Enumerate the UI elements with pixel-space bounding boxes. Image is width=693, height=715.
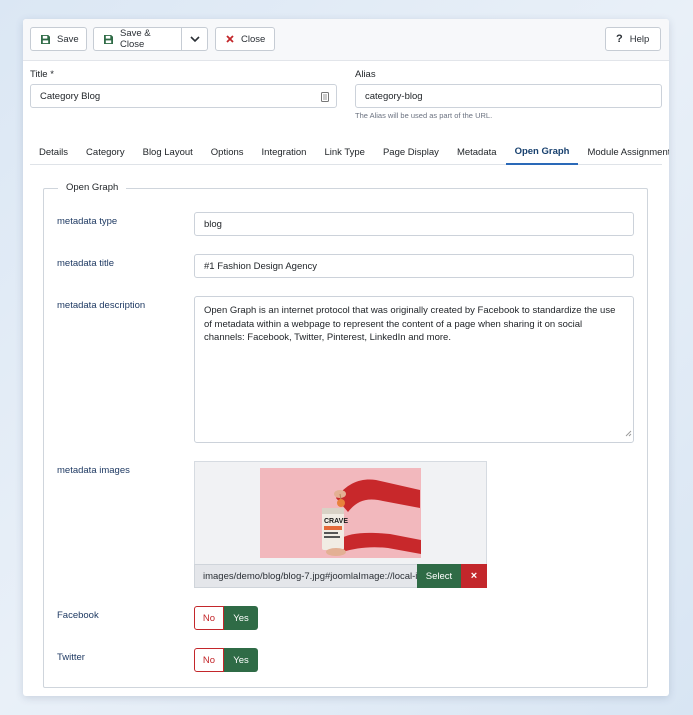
image-preview: CRAVE xyxy=(260,468,421,558)
metadata-title-value: #1 Fashion Design Agency xyxy=(204,260,318,272)
twitter-toggle[interactable]: No Yes xyxy=(194,648,258,672)
twitter-no-option[interactable]: No xyxy=(194,648,224,672)
metadata-title-input[interactable]: #1 Fashion Design Agency xyxy=(194,254,634,278)
close-label: Close xyxy=(241,33,266,45)
close-icon: × xyxy=(470,570,478,582)
facebook-label: Facebook xyxy=(57,610,99,621)
title-label: Title * xyxy=(30,69,54,80)
save-close-button[interactable]: Save & Close xyxy=(93,27,182,51)
facebook-no-option[interactable]: No xyxy=(194,606,224,630)
chevron-down-icon xyxy=(189,35,200,43)
save-label: Save xyxy=(57,33,79,45)
help-button[interactable]: ? Help xyxy=(605,27,661,51)
question-icon: ? xyxy=(616,33,623,45)
svg-text:CRAVE: CRAVE xyxy=(324,518,348,525)
tab-details[interactable]: Details xyxy=(30,139,77,165)
facebook-yes-option[interactable]: Yes xyxy=(224,606,258,630)
select-image-button[interactable]: Select xyxy=(417,564,461,588)
tab-category[interactable]: Category xyxy=(77,139,134,165)
fieldset-legend: Open Graph xyxy=(58,182,127,193)
edit-panel: Save Save & Close Close ? Help Title * C… xyxy=(23,19,669,696)
save-button[interactable]: Save xyxy=(30,27,87,51)
tab-page-display[interactable]: Page Display xyxy=(374,139,448,165)
field-info-icon xyxy=(321,92,329,105)
metadata-type-value: blog xyxy=(204,218,222,230)
metadata-description-label: metadata description xyxy=(57,300,146,311)
metadata-description-value: Open Graph is an internet protocol that … xyxy=(204,305,616,343)
tab-open-graph[interactable]: Open Graph xyxy=(505,139,579,165)
title-value: Category Blog xyxy=(40,90,101,102)
twitter-yes-option[interactable]: Yes xyxy=(224,648,258,672)
metadata-type-label: metadata type xyxy=(57,216,118,227)
title-input[interactable]: Category Blog xyxy=(30,84,337,108)
metadata-title-label: metadata title xyxy=(57,258,115,269)
tab-link-type[interactable]: Link Type xyxy=(315,139,374,165)
alias-value: category-blog xyxy=(365,90,423,102)
metadata-description-textarea[interactable]: Open Graph is an internet protocol that … xyxy=(194,296,634,443)
alias-label: Alias xyxy=(355,69,376,80)
metadata-images-label: metadata images xyxy=(57,465,130,476)
tab-bar: Details Category Blog Layout Options Int… xyxy=(30,139,669,165)
tab-integration[interactable]: Integration xyxy=(253,139,316,165)
alias-input[interactable]: category-blog xyxy=(355,84,662,108)
save-icon xyxy=(104,34,113,44)
save-options-dropdown[interactable] xyxy=(181,27,208,51)
save-icon xyxy=(41,34,50,44)
metadata-type-input[interactable]: blog xyxy=(194,212,634,236)
help-label: Help xyxy=(629,33,650,45)
tab-module-assignment[interactable]: Module Assignment xyxy=(578,139,669,165)
alias-hint: The Alias will be used as part of the UR… xyxy=(355,111,493,120)
close-button[interactable]: Close xyxy=(215,27,275,51)
facebook-toggle[interactable]: No Yes xyxy=(194,606,258,630)
image-path-value: images/demo/blog/blog-7.jpg#joomlaImage:… xyxy=(203,570,417,582)
twitter-label: Twitter xyxy=(57,652,85,663)
resize-handle-icon[interactable] xyxy=(625,428,632,442)
clear-image-button[interactable]: × xyxy=(461,564,487,588)
close-icon xyxy=(226,35,234,43)
image-path-input[interactable]: images/demo/blog/blog-7.jpg#joomlaImage:… xyxy=(194,564,418,588)
tab-blog-layout[interactable]: Blog Layout xyxy=(134,139,202,165)
save-close-label: Save & Close xyxy=(120,28,151,50)
tab-metadata[interactable]: Metadata xyxy=(448,139,506,165)
tab-options[interactable]: Options xyxy=(202,139,253,165)
toolbar: Save Save & Close Close ? Help xyxy=(23,19,669,61)
